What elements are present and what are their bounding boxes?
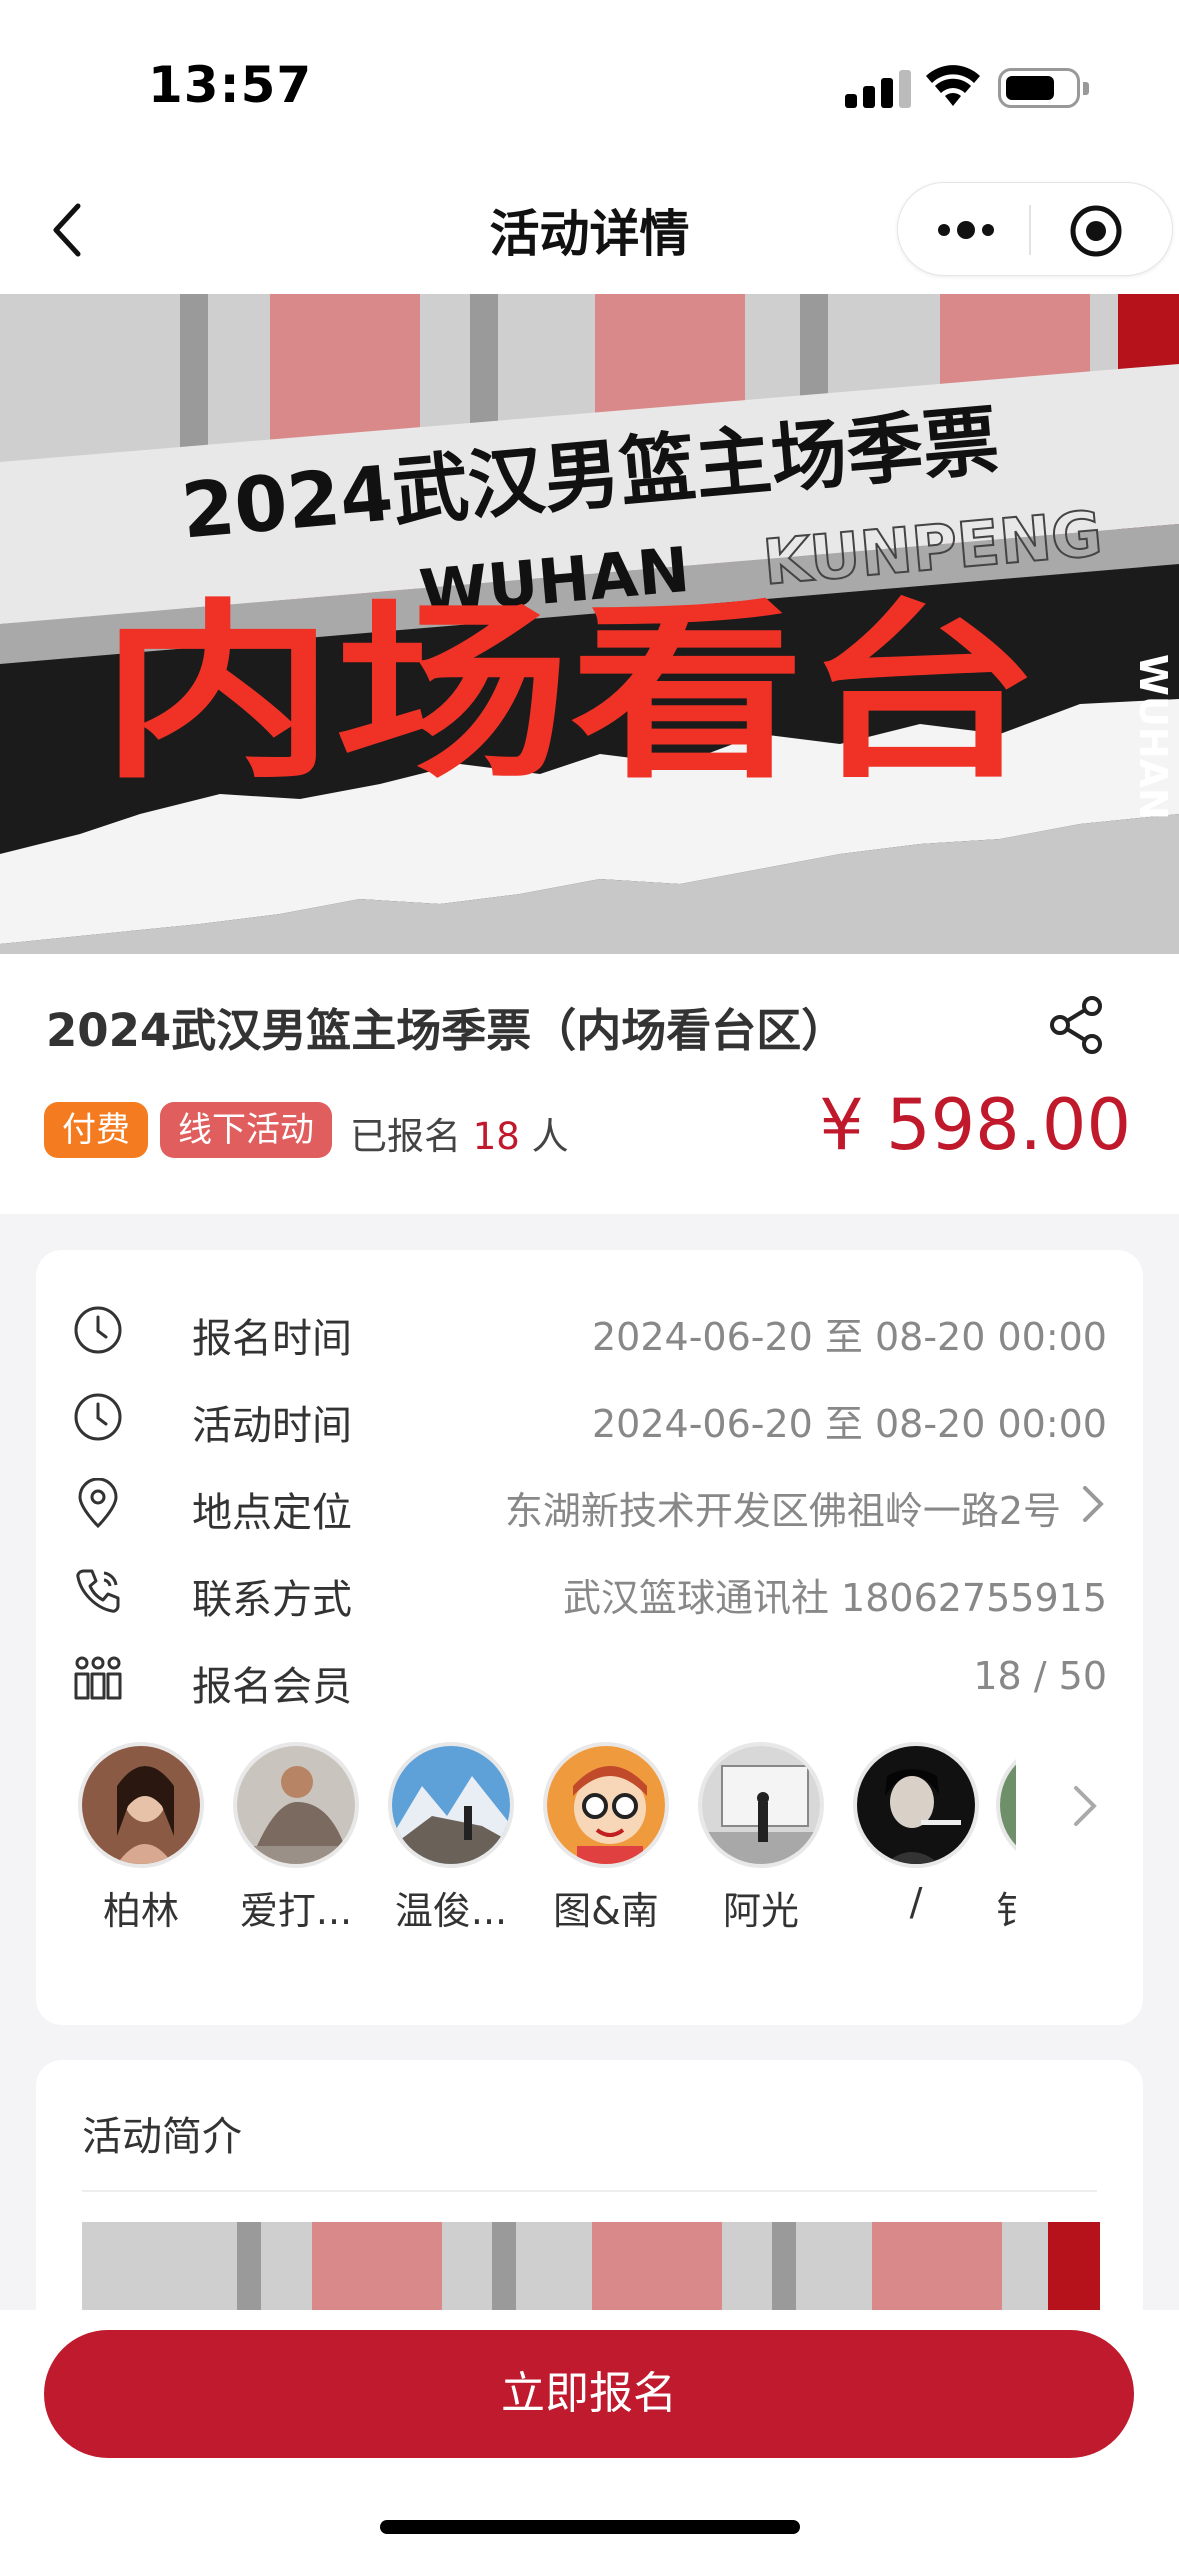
signup-count-number: 18 (472, 1115, 520, 1158)
signup-count: 已报名 18 人 (350, 1106, 569, 1160)
chevron-right-icon[interactable] (1068, 1782, 1100, 1830)
member-name: / (909, 1880, 923, 1924)
battery-icon (998, 68, 1089, 108)
event-summary: 2024武汉男篮主场季票（内场看台区） 付费 线下活动 已报名 18 人 ¥ 5… (0, 954, 1179, 1214)
group-icon (74, 1656, 122, 1700)
banner-side-text: WUHAN (1131, 654, 1175, 820)
divider (82, 2190, 1097, 2192)
close-miniprogram-icon[interactable] (1068, 203, 1124, 259)
signup-time-row: 报名时间 2024-06-20 至 08-20 00:00 (72, 1300, 1107, 1362)
contact-label: 联系方式 (192, 1577, 352, 1623)
event-time-row: 活动时间 2024-06-20 至 08-20 00:00 (72, 1387, 1107, 1449)
event-time-value: 2024-06-20 至 08-20 00:00 (591, 1402, 1107, 1446)
contact-row: 联系方式 武汉篮球通讯社 18062755915 (72, 1561, 1107, 1623)
clock-icon (74, 1393, 122, 1441)
bottom-action-bar: 立即报名 (0, 2310, 1179, 2556)
phone-icon (76, 1569, 120, 1613)
event-banner-image: 2024武汉男篮主场季票 WUHAN KUNPENG 内场看台 WUHAN (0, 294, 1179, 954)
status-time: 13:57 (148, 56, 313, 114)
cellular-signal-icon (845, 68, 915, 108)
location-row[interactable]: 地点定位 东湖新技术开发区佛祖岭一路2号 (72, 1474, 1107, 1536)
clock-icon (74, 1306, 122, 1354)
avatar (996, 1742, 1016, 1868)
event-details-card: 报名时间 2024-06-20 至 08-20 00:00 活动时间 2024-… (36, 1250, 1143, 2025)
share-icon[interactable] (1046, 994, 1108, 1056)
signup-count-suffix: 人 (531, 1115, 569, 1158)
avatar (853, 1742, 979, 1868)
wifi-icon (926, 65, 980, 106)
contact-value: 武汉篮球通讯社 18062755915 (562, 1576, 1107, 1620)
member-item[interactable]: 柏林 (66, 1742, 216, 1935)
member-name: 钅 (996, 1889, 1016, 1933)
members-row: 报名会员 18 / 50 (72, 1648, 1107, 1710)
member-item[interactable]: 温俊... (376, 1742, 526, 1935)
signup-count-prefix: 已报名 (350, 1115, 461, 1158)
more-options-icon[interactable] (936, 218, 996, 242)
members-value: 18 / 50 (973, 1654, 1107, 1698)
member-name: 图&南 (553, 1889, 659, 1933)
avatar (78, 1742, 204, 1868)
home-indicator (380, 2520, 800, 2534)
location-pin-icon (78, 1478, 118, 1529)
location-value: 东湖新技术开发区佛祖岭一路2号 (504, 1489, 1061, 1533)
member-item[interactable]: 图&南 (531, 1742, 681, 1935)
member-avatar-list[interactable]: 柏林 爱打... 温俊... 图&南 阿光 / 钅 (66, 1742, 1106, 1942)
member-name: 阿光 (722, 1889, 799, 1933)
paid-tag: 付费 (44, 1102, 148, 1158)
member-name: 温俊... (394, 1889, 508, 1933)
event-price: ¥ 598.00 (819, 1084, 1131, 1166)
member-item[interactable]: 阿光 (686, 1742, 836, 1935)
intro-title: 活动简介 (82, 2114, 242, 2160)
member-name: 柏林 (102, 1889, 179, 1933)
member-item[interactable]: 爱打... (221, 1742, 371, 1935)
nav-bar: 活动详情 (0, 170, 1179, 294)
chevron-right-icon (1083, 1486, 1104, 1522)
offline-event-tag: 线下活动 (160, 1102, 332, 1158)
avatar (698, 1742, 824, 1868)
avatar (233, 1742, 359, 1868)
member-name: 爱打... (239, 1889, 353, 1933)
member-item[interactable]: 钅 (996, 1742, 1016, 1935)
avatar (543, 1742, 669, 1868)
event-time-label: 活动时间 (192, 1403, 352, 1449)
members-label: 报名会员 (192, 1664, 352, 1710)
signup-now-button[interactable]: 立即报名 (44, 2330, 1134, 2458)
location-label: 地点定位 (192, 1490, 352, 1536)
event-title: 2024武汉男篮主场季票（内场看台区） (46, 1004, 847, 1057)
signup-time-label: 报名时间 (192, 1316, 352, 1362)
member-item[interactable]: / (841, 1742, 991, 1924)
avatar (388, 1742, 514, 1868)
signup-time-value: 2024-06-20 至 08-20 00:00 (591, 1315, 1107, 1359)
banner-big-text: 内场看台 (100, 583, 1040, 804)
status-bar: 13:57 (0, 0, 1179, 170)
miniprogram-capsule (897, 182, 1173, 276)
